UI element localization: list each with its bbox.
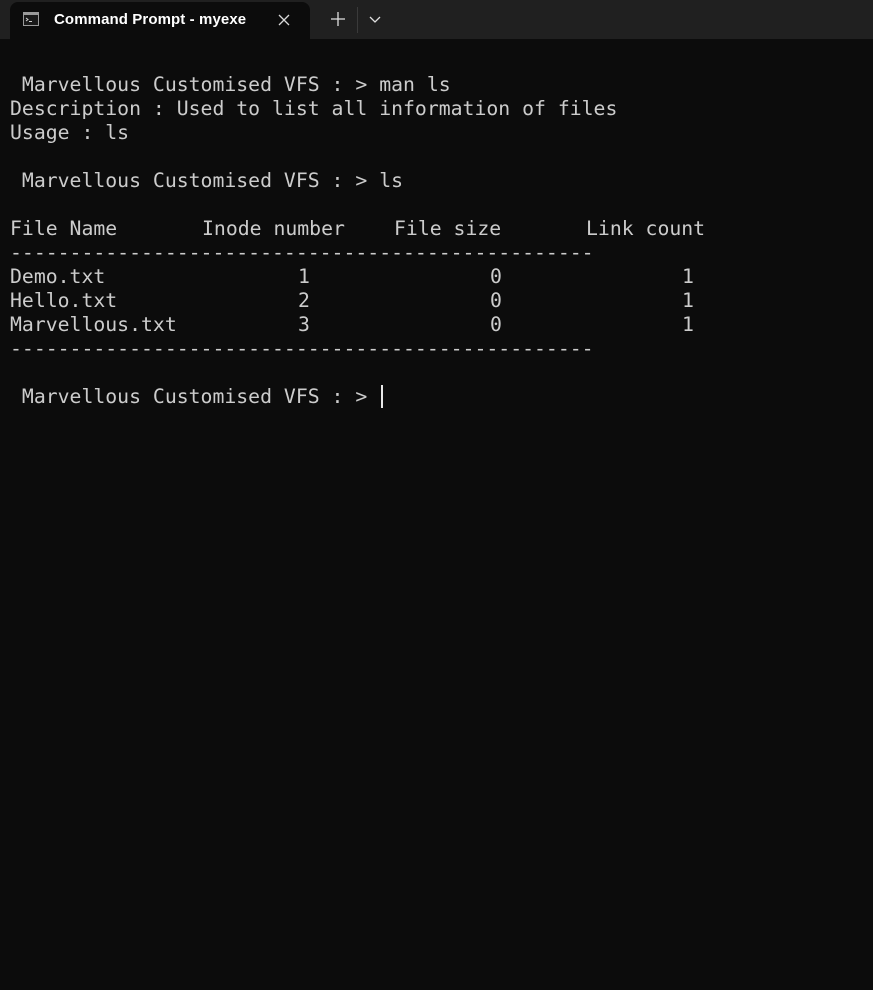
table-header-link-count: Link count — [586, 217, 706, 240]
table-separator: ----------------------------------------… — [10, 337, 594, 360]
table-cell-file-name: Demo.txt — [10, 265, 106, 288]
text-cursor — [381, 385, 383, 408]
table-cell-size: 0 — [490, 289, 502, 312]
table-cell-inode: 1 — [298, 265, 310, 288]
terminal-window: Command Prompt - myexe Marvellous Custom… — [0, 0, 873, 990]
table-cell-file-name: Marvellous.txt — [10, 313, 177, 336]
table-cell-size: 0 — [490, 313, 502, 336]
prompt-line: Marvellous Customised VFS : > man ls — [10, 73, 451, 96]
tab-title: Command Prompt - myexe — [54, 11, 247, 28]
table-cell-inode: 2 — [298, 289, 310, 312]
table-header-inode-number: Inode number — [202, 217, 345, 240]
tab-command-prompt[interactable]: Command Prompt - myexe — [10, 2, 310, 39]
description-line: Description : Used to list all informati… — [10, 97, 618, 120]
table-header-file-name: File Name — [10, 217, 118, 240]
tab-bar: Command Prompt - myexe — [0, 0, 873, 39]
tab-divider — [357, 7, 358, 33]
table-cell-links: 1 — [682, 265, 694, 288]
table-cell-links: 1 — [682, 313, 694, 336]
table-cell-file-name: Hello.txt — [10, 289, 118, 312]
usage-line: Usage : ls — [10, 121, 130, 144]
chevron-down-icon[interactable] — [362, 5, 388, 33]
table-header-file-size: File size — [394, 217, 502, 240]
table-cell-size: 0 — [490, 265, 502, 288]
close-icon[interactable] — [275, 11, 293, 29]
table-cell-inode: 3 — [298, 313, 310, 336]
table-separator: ----------------------------------------… — [10, 241, 594, 264]
table-cell-links: 1 — [682, 289, 694, 312]
console-output[interactable]: Marvellous Customised VFS : > man ls Des… — [0, 39, 873, 990]
plus-icon[interactable] — [324, 5, 352, 33]
prompt-line: Marvellous Customised VFS : > ls — [10, 169, 404, 192]
console-app-icon — [23, 12, 39, 26]
prompt-line[interactable]: Marvellous Customised VFS : > — [10, 385, 379, 409]
